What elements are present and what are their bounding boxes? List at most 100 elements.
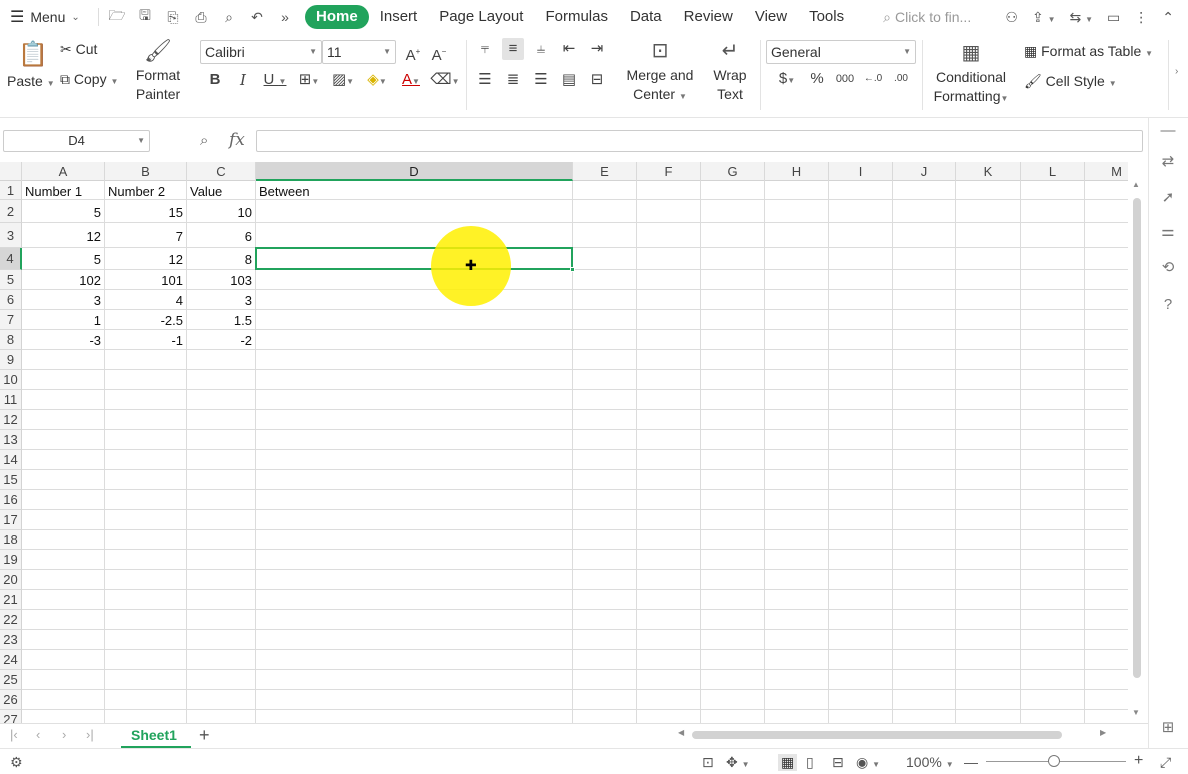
align-left-icon[interactable]: ☰: [474, 69, 496, 91]
cell-a4[interactable]: 5: [22, 248, 104, 270]
comment-icon[interactable]: ▭: [1107, 9, 1120, 26]
column-header-h[interactable]: H: [765, 162, 829, 181]
zoom-level-select[interactable]: 100% ▼: [906, 754, 954, 770]
number-format-select[interactable]: General ▼: [766, 40, 916, 64]
row-header-16[interactable]: 16: [0, 490, 22, 510]
page-break-view-icon[interactable]: ⊟: [832, 754, 844, 771]
copy-button[interactable]: ⧉ Copy ▼: [60, 71, 118, 88]
conditional-formatting-button[interactable]: ▦ Conditional Formatting▼: [928, 40, 1014, 108]
select-all-corner[interactable]: [0, 162, 22, 181]
row-header-25[interactable]: 25: [0, 670, 22, 690]
cell-d1[interactable]: Between: [256, 181, 572, 200]
align-center-icon[interactable]: ≣: [502, 69, 524, 91]
row-header-7[interactable]: 7: [0, 310, 22, 330]
cell-a3[interactable]: 12: [22, 223, 104, 248]
undo-icon[interactable]: ↶: [243, 9, 271, 26]
cell-a2[interactable]: 5: [22, 200, 104, 223]
property-icon[interactable]: ⇄: [1157, 152, 1179, 170]
cell-b8[interactable]: -1: [105, 330, 186, 350]
justify-icon[interactable]: ▤: [558, 69, 580, 91]
fill-color-icon[interactable]: ◈▼: [362, 69, 392, 91]
vertical-scrollbar[interactable]: ▲ ▼: [1128, 162, 1148, 723]
more-options-icon[interactable]: ⋮: [1134, 9, 1148, 26]
name-box[interactable]: D4 ▼: [3, 130, 150, 152]
row-header-5[interactable]: 5: [0, 270, 22, 290]
apps-grid-icon[interactable]: ⊞: [1157, 718, 1179, 736]
fullscreen-icon[interactable]: ⤢: [1160, 754, 1171, 771]
column-header-a[interactable]: A: [22, 162, 105, 181]
zoom-in-icon[interactable]: +: [1134, 752, 1143, 770]
cell-b4[interactable]: 12: [105, 248, 186, 270]
cell-a1[interactable]: Number 1: [22, 181, 104, 200]
scroll-down-icon[interactable]: ▼: [1132, 708, 1140, 717]
tab-home[interactable]: Home: [305, 5, 369, 29]
underline-icon[interactable]: U ▼: [260, 69, 290, 91]
column-header-i[interactable]: I: [829, 162, 893, 181]
scroll-left-icon[interactable]: ◀: [678, 728, 684, 737]
column-header-g[interactable]: G: [701, 162, 765, 181]
currency-icon[interactable]: $▼: [772, 68, 802, 90]
format-painter-button[interactable]: 🖌 Format Painter: [130, 38, 186, 104]
settings-sliders-icon[interactable]: ⚌: [1157, 222, 1179, 240]
scroll-up-icon[interactable]: ▲: [1132, 180, 1140, 189]
increase-indent-icon[interactable]: ⇥: [586, 38, 608, 60]
column-header-j[interactable]: J: [893, 162, 956, 181]
cell-c1[interactable]: Value: [187, 181, 255, 200]
more-commands-icon[interactable]: »: [271, 9, 299, 25]
paste-button[interactable]: 📋 Paste ▼: [10, 38, 50, 112]
share-user-icon[interactable]: ⚇: [1005, 9, 1018, 26]
formula-zoom-icon[interactable]: ⌕: [200, 132, 208, 149]
column-header-b[interactable]: B: [105, 162, 187, 181]
align-bottom-icon[interactable]: ⫨: [530, 38, 552, 60]
cell-c4[interactable]: 8: [187, 248, 255, 270]
tab-tools[interactable]: Tools: [798, 5, 855, 29]
row-header-10[interactable]: 10: [0, 370, 22, 390]
eraser-icon[interactable]: ⌫▼: [430, 69, 460, 91]
column-header-l[interactable]: L: [1021, 162, 1085, 181]
align-top-icon[interactable]: ⫧: [474, 38, 496, 60]
row-header-11[interactable]: 11: [0, 390, 22, 410]
tab-insert[interactable]: Insert: [369, 5, 429, 29]
row-header-26[interactable]: 26: [0, 690, 22, 710]
next-sheet-icon[interactable]: ›: [62, 727, 66, 742]
format-as-table-button[interactable]: ▦ Format as Table ▼: [1024, 43, 1153, 60]
borders-icon[interactable]: ⊞▼: [294, 69, 324, 91]
italic-icon[interactable]: I: [232, 69, 254, 91]
export-icon[interactable]: ⎘: [159, 9, 187, 26]
increase-decimal-icon[interactable]: ←.0: [862, 68, 884, 90]
cell-b3[interactable]: 7: [105, 223, 186, 248]
history-icon[interactable]: ⟲: [1157, 258, 1179, 276]
tab-review[interactable]: Review: [673, 5, 744, 29]
vertical-scroll-thumb[interactable]: [1133, 198, 1141, 678]
fill-pattern-icon[interactable]: ▨▼: [328, 69, 358, 91]
ribbon-scroll-right-icon[interactable]: ›: [1175, 66, 1178, 77]
function-icon[interactable]: fx: [229, 130, 245, 150]
decrease-decimal-icon[interactable]: .00: [890, 68, 912, 90]
bold-icon[interactable]: B: [204, 69, 226, 91]
font-size-select[interactable]: 11 ▼: [322, 40, 396, 64]
row-header-22[interactable]: 22: [0, 610, 22, 630]
row-header-15[interactable]: 15: [0, 470, 22, 490]
select-pointer-icon[interactable]: ➚: [1157, 188, 1179, 206]
cell-locate-icon[interactable]: ✥ ▼: [726, 754, 750, 771]
decrease-indent-icon[interactable]: ⇤: [558, 38, 580, 60]
panel-collapse-icon[interactable]: —: [1157, 122, 1179, 139]
cell-c5[interactable]: 103: [187, 270, 255, 290]
column-header-d[interactable]: D: [256, 162, 573, 181]
row-header-27[interactable]: 27: [0, 710, 22, 723]
column-header-k[interactable]: K: [956, 162, 1021, 181]
cell-b1[interactable]: Number 2: [105, 181, 186, 200]
merge-center-button[interactable]: ⊡ Merge and Center ▼: [620, 38, 700, 106]
font-color-icon[interactable]: A▼: [396, 69, 426, 91]
main-menu-button[interactable]: ☰ Menu ⌄: [0, 0, 94, 34]
cell-c6[interactable]: 3: [187, 290, 255, 310]
row-header-8[interactable]: 8: [0, 330, 22, 350]
horizontal-scroll-thumb[interactable]: [692, 731, 1062, 739]
row-header-23[interactable]: 23: [0, 630, 22, 650]
open-folder-icon[interactable]: 🗁: [103, 5, 131, 29]
page-layout-view-icon[interactable]: ▯: [806, 754, 814, 771]
row-header-19[interactable]: 19: [0, 550, 22, 570]
last-sheet-icon[interactable]: ›|: [86, 727, 94, 742]
row-header-18[interactable]: 18: [0, 530, 22, 550]
row-header-24[interactable]: 24: [0, 650, 22, 670]
